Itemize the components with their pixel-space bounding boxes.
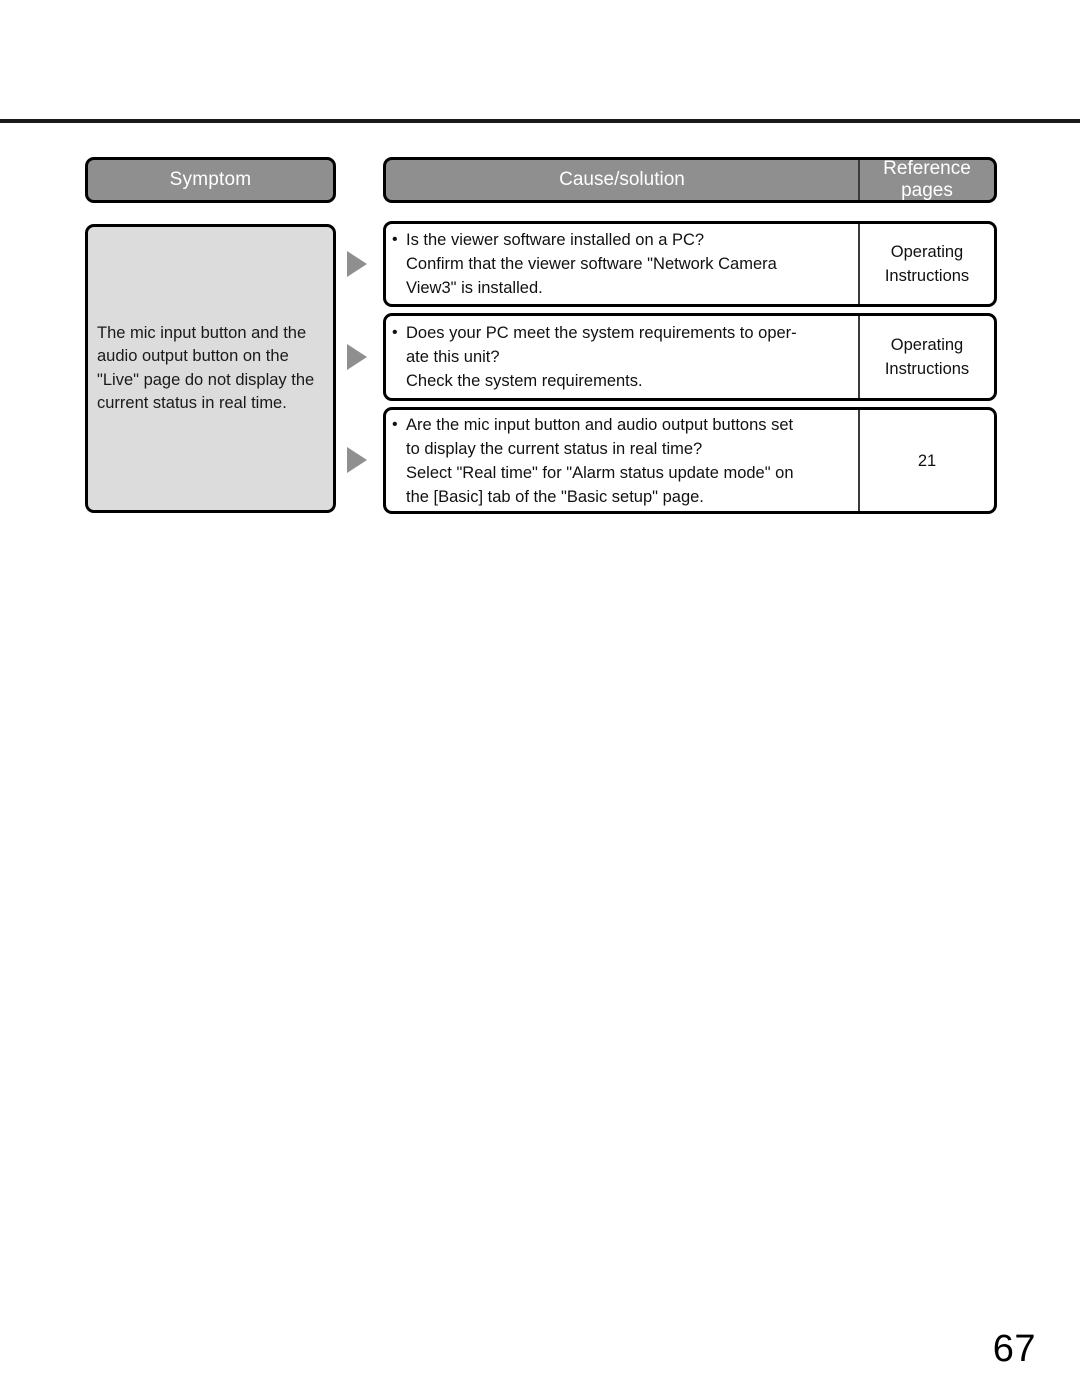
column-header-cause-solution-label: Cause/solution [559, 169, 685, 190]
column-header-symptom-label: Symptom [169, 169, 252, 190]
column-header-reference-pages-line1: Reference [883, 158, 971, 179]
arrow-right-icon [347, 344, 367, 370]
column-header-cause-solution: Cause/solution [386, 160, 860, 200]
reference-pages-cell: 21 [860, 410, 994, 511]
reference-pages-cell: Operating Instructions [860, 224, 994, 304]
bullet-icon: • [392, 415, 398, 433]
cause-line: Are the mic input button and audio outpu… [406, 415, 794, 434]
reference-line: 21 [917, 451, 937, 470]
table-row: • Is the viewer software installed on a … [383, 221, 997, 307]
cause-line: Check the system requirements. [406, 372, 643, 390]
reference-line: Instructions [884, 360, 970, 378]
bullet-icon: • [392, 324, 398, 341]
cause-line: ate this unit? [406, 348, 500, 366]
cause-line: Is the viewer software installed on a PC… [406, 231, 705, 249]
page-number: 67 [992, 1328, 1036, 1370]
cause-solution-cell: • Does your PC meet the system requireme… [386, 316, 860, 398]
cause-solution-text: • Are the mic input button and audio out… [392, 413, 794, 509]
reference-pages-cell: Operating Instructions [860, 316, 994, 398]
arrow-right-icon [347, 447, 367, 473]
cause-line: to display the current status in real ti… [406, 439, 703, 458]
reference-line: Operating [890, 336, 964, 354]
reference-line: Operating [890, 243, 964, 261]
symptom-text: The mic input button and the audio outpu… [97, 323, 315, 413]
cause-line: the [Basic] tab of the "Basic setup" pag… [406, 487, 704, 506]
cause-line: View3" is installed. [406, 279, 543, 297]
cause-solution-text: • Is the viewer software installed on a … [392, 228, 777, 300]
table-row: • Does your PC meet the system requireme… [383, 313, 997, 401]
column-header-symptom: Symptom [85, 157, 336, 203]
cause-solution-cell: • Is the viewer software installed on a … [386, 224, 860, 304]
column-header-reference-pages: Reference pages [860, 160, 994, 200]
arrow-right-icon [347, 251, 367, 277]
column-header-reference-pages-line2: pages [901, 180, 953, 201]
bullet-icon: • [392, 231, 398, 248]
column-header-cause-reference: Cause/solution Reference pages [383, 157, 997, 203]
cause-line: Select "Real time" for "Alarm status upd… [406, 463, 794, 482]
cause-line: Does your PC meet the system requirement… [406, 324, 797, 342]
header-rule [0, 118, 1080, 124]
reference-line: Instructions [884, 267, 970, 285]
cause-solution-text: • Does your PC meet the system requireme… [392, 321, 797, 393]
cause-line: Confirm that the viewer software "Networ… [406, 255, 777, 273]
cause-solution-cell: • Are the mic input button and audio out… [386, 410, 860, 511]
table-row: • Are the mic input button and audio out… [383, 407, 997, 514]
symptom-box: The mic input button and the audio outpu… [85, 224, 336, 513]
